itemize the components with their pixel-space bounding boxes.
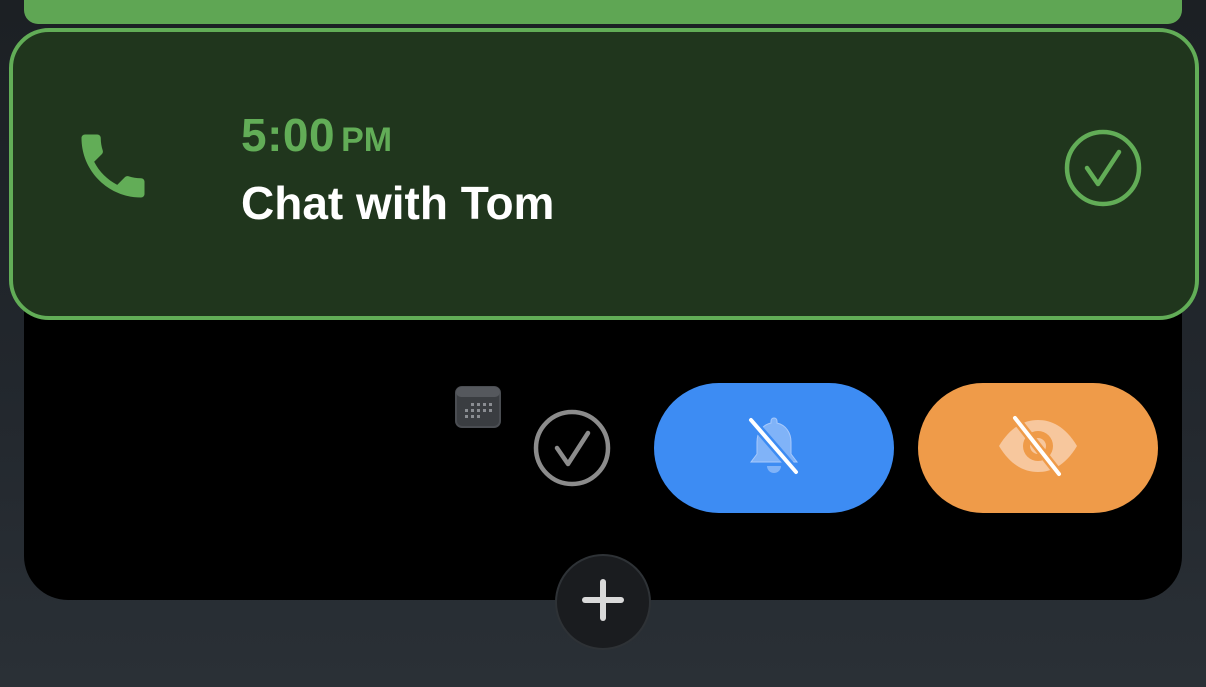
mute-button[interactable] [654,383,894,513]
plus-icon [579,576,627,629]
event-time: 5:00 PM [241,108,392,162]
complete-checkmark-icon[interactable] [532,408,612,488]
event-time-meridiem: PM [341,121,393,159]
bell-slash-icon [734,406,814,491]
previous-event-card[interactable] [24,0,1182,24]
event-title: Chat with Tom [241,177,555,229]
event-card[interactable]: 5:00 PM Chat with Tom [9,28,1199,320]
calendar-icon[interactable] [454,385,502,429]
event-time-value: 5:00 [241,109,336,161]
eye-slash-icon [993,406,1083,491]
phone-icon [71,124,155,208]
hide-button[interactable] [918,383,1158,513]
add-button[interactable] [555,554,651,650]
checkmark-circle-icon[interactable] [1063,128,1143,208]
